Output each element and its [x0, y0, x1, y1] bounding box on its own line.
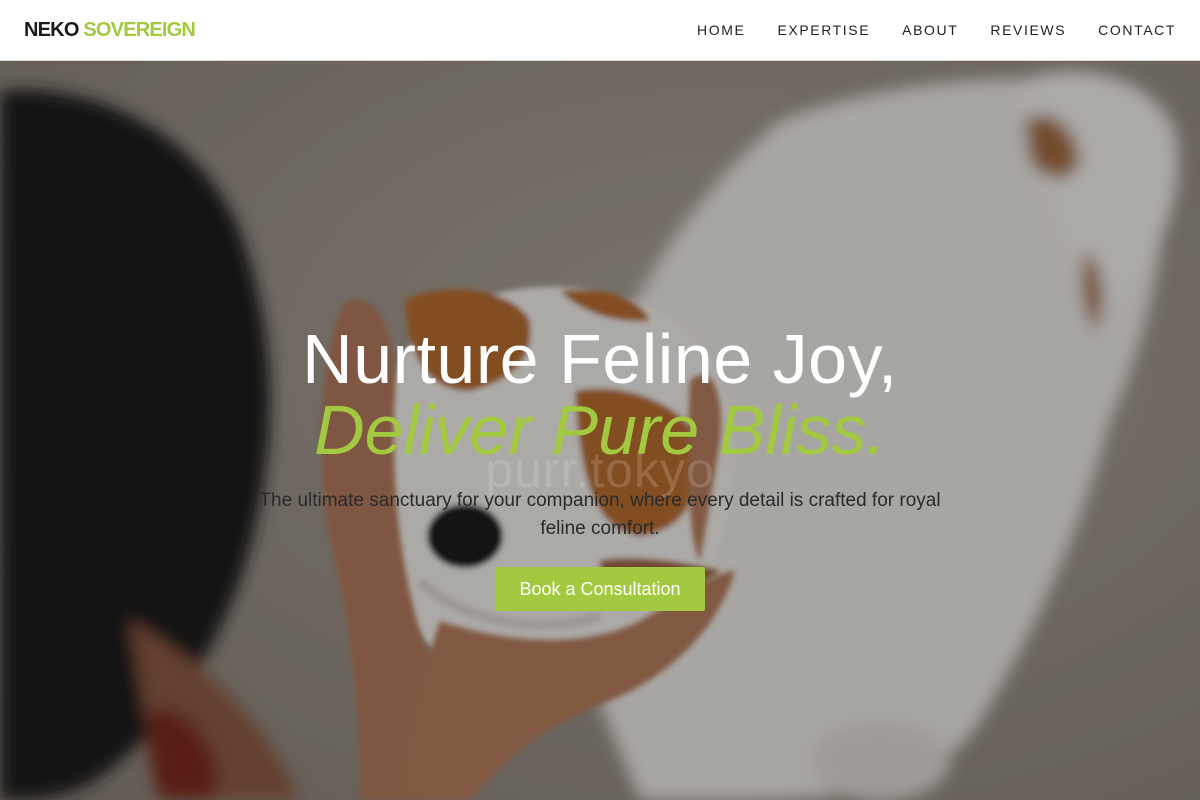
brand-logo[interactable]: NEKO SOVEREIGN: [24, 18, 196, 42]
nav-item-home[interactable]: HOME: [697, 22, 745, 38]
nav-item-reviews[interactable]: REVIEWS: [990, 22, 1066, 38]
hero-headline-line2: Deliver Pure Bliss.: [314, 391, 886, 469]
nav-item-contact[interactable]: CONTACT: [1098, 22, 1176, 38]
hero-headline-line1: Nurture Feline Joy,: [302, 320, 898, 398]
nav-item-about[interactable]: ABOUT: [902, 22, 958, 38]
brand-name-accent: SOVEREIGN: [83, 18, 196, 41]
hero-content: Nurture Feline Joy, Deliver Pure Bliss. …: [0, 321, 1200, 611]
site-header: NEKO SOVEREIGN HOME EXPERTISE ABOUT REVI…: [0, 0, 1200, 61]
brand-name-primary: NEKO: [24, 18, 79, 41]
main-nav: HOME EXPERTISE ABOUT REVIEWS CONTACT: [697, 22, 1176, 38]
nav-item-expertise[interactable]: EXPERTISE: [777, 22, 870, 38]
book-consultation-button[interactable]: Book a Consultation: [495, 567, 705, 611]
hero-subtext: The ultimate sanctuary for your companio…: [259, 490, 941, 539]
hero-section: purr.tokyo Nurture Feline Joy, Deliver P…: [0, 61, 1200, 800]
